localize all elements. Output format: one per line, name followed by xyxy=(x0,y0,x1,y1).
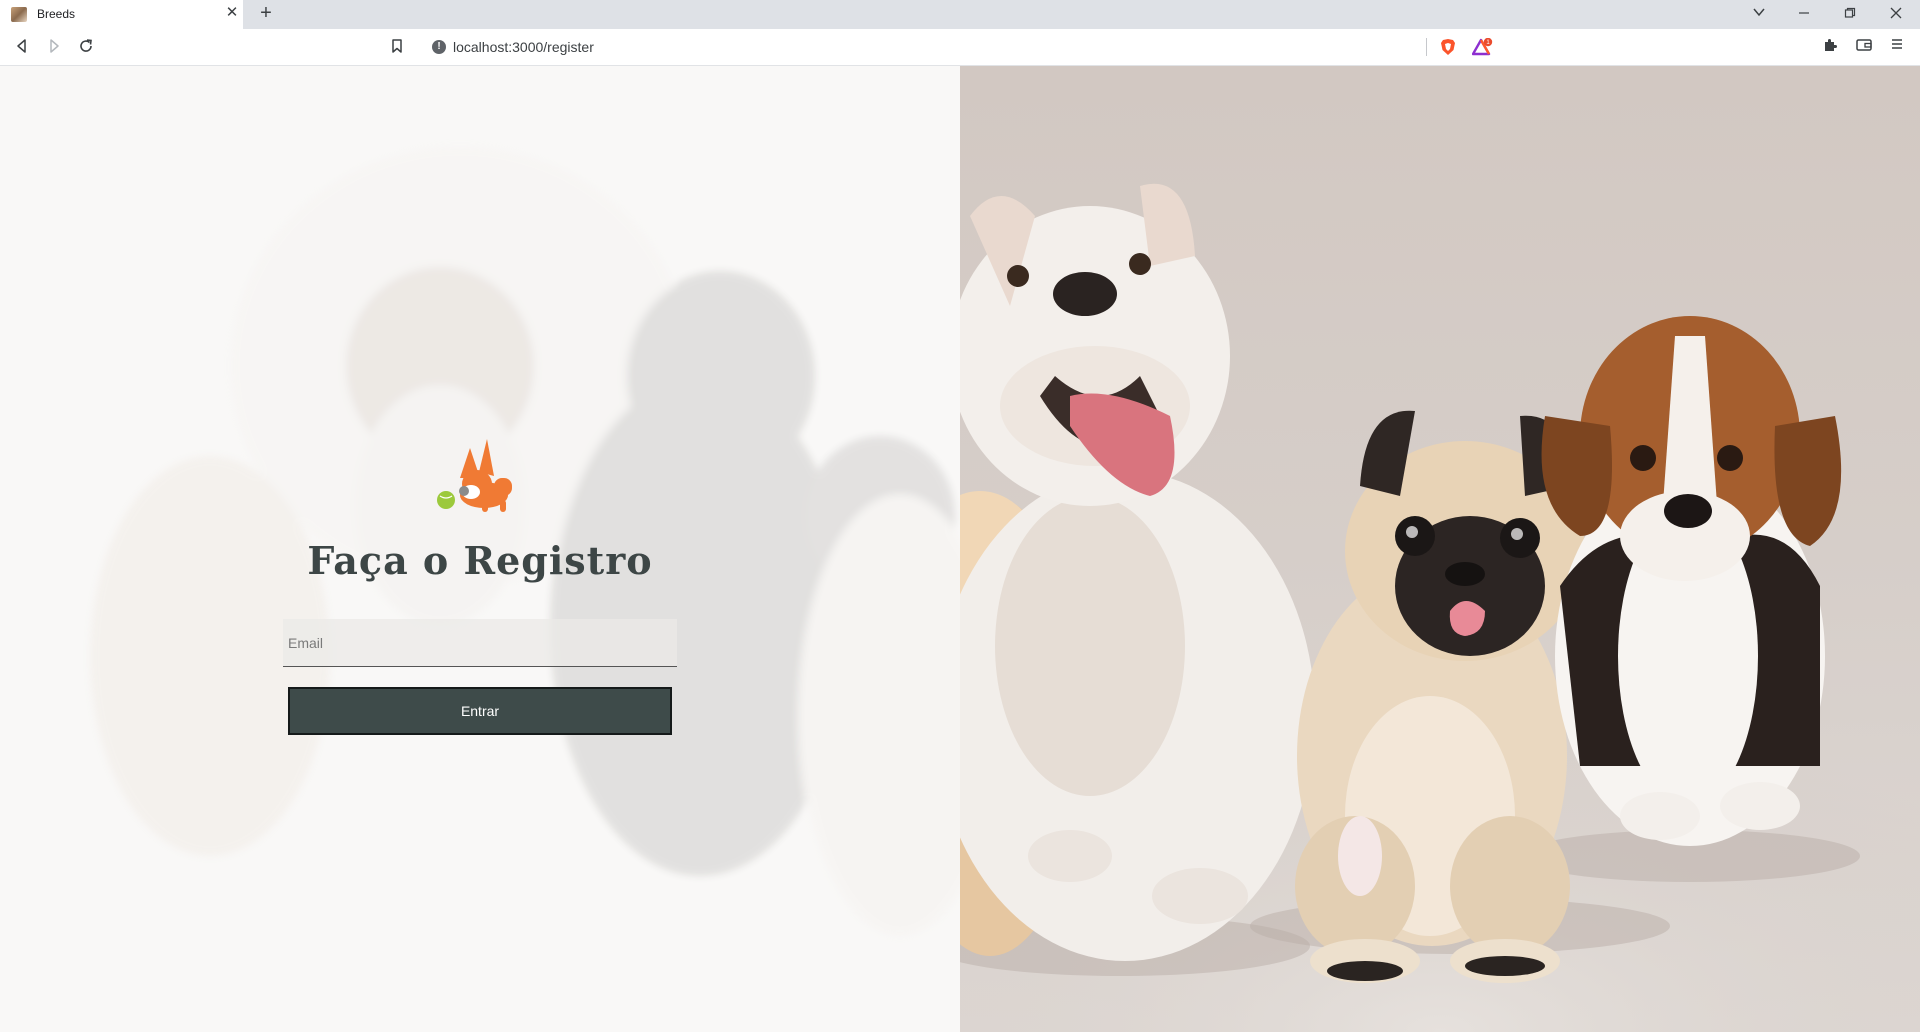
back-icon[interactable] xyxy=(12,38,32,58)
minimize-icon[interactable] xyxy=(1793,4,1815,24)
url-text: localhost:3000/register xyxy=(453,39,594,55)
puppies-illustration xyxy=(960,183,1920,1032)
tab-favicon-icon xyxy=(11,7,27,22)
omnibox-divider xyxy=(1426,38,1427,56)
menu-icon[interactable] xyxy=(1887,37,1907,57)
page-title: Faça o Registro xyxy=(307,538,653,583)
browser-tab[interactable]: Breeds ✕ xyxy=(0,0,243,29)
corgi-logo-icon xyxy=(437,439,512,512)
register-panel: Faça o Registro Entrar xyxy=(0,66,960,1032)
email-field[interactable] xyxy=(283,619,677,667)
forward-icon[interactable] xyxy=(44,38,64,58)
brave-shields-icon[interactable] xyxy=(1439,38,1457,56)
extensions-icon[interactable] xyxy=(1820,37,1840,57)
new-tab-button[interactable]: + xyxy=(256,3,276,23)
reload-icon[interactable] xyxy=(76,38,96,58)
wallet-icon[interactable] xyxy=(1854,37,1874,57)
tab-strip: Breeds ✕ + xyxy=(0,0,1920,29)
tab-title: Breeds xyxy=(37,7,76,21)
submit-button[interactable]: Entrar xyxy=(288,687,672,735)
info-icon[interactable]: ! xyxy=(432,40,446,54)
browser-toolbar: ! localhost:3000/register xyxy=(0,29,1920,66)
restore-icon[interactable] xyxy=(1839,4,1861,24)
register-page: Faça o Registro Entrar xyxy=(0,66,1920,1032)
tab-close-icon[interactable]: ✕ xyxy=(224,5,240,21)
address-bar[interactable]: ! localhost:3000/register xyxy=(420,33,1498,61)
brave-rewards-icon[interactable]: 1 xyxy=(1471,37,1493,56)
tab-search-icon[interactable] xyxy=(1748,4,1770,24)
close-window-icon[interactable] xyxy=(1885,4,1907,24)
bookmark-icon[interactable] xyxy=(387,38,407,58)
puppies-photo xyxy=(960,66,1920,1032)
